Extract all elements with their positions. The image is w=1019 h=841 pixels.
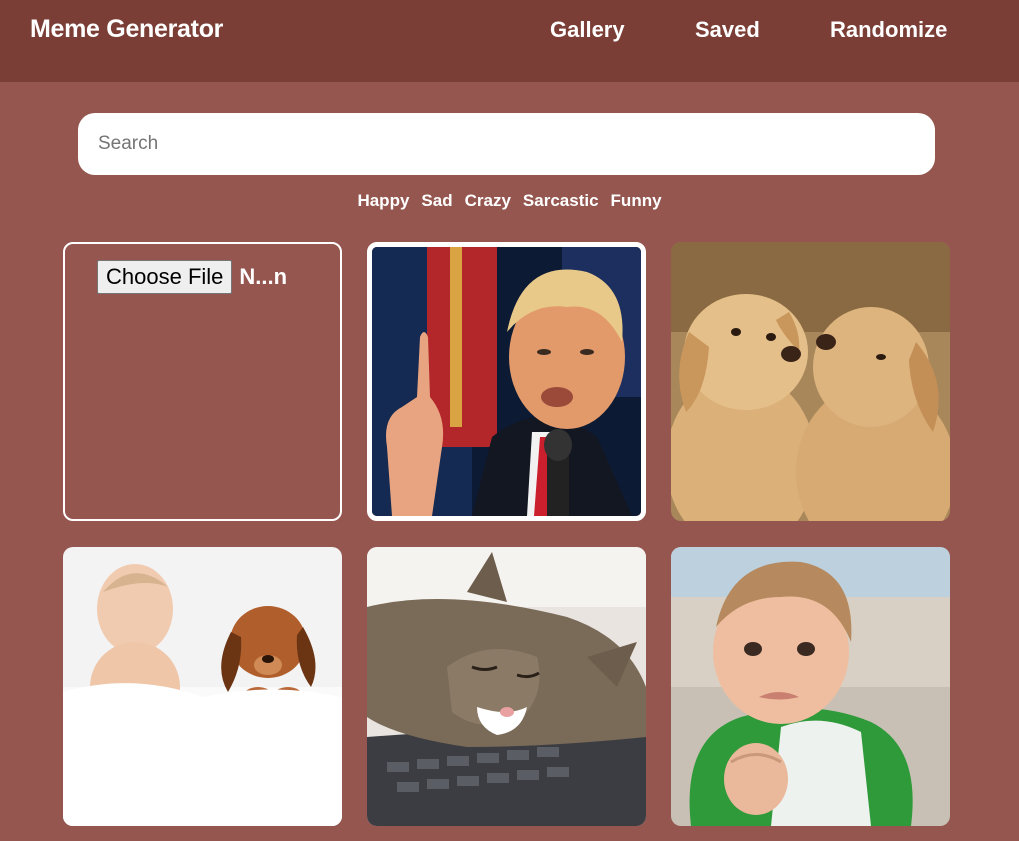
nav-gallery-link[interactable]: Gallery <box>550 17 625 43</box>
meme-card-trump[interactable] <box>367 242 646 521</box>
file-upload-control: Choose File N...n <box>97 260 287 294</box>
tag-sad[interactable]: Sad <box>421 191 452 211</box>
nav-randomize-link[interactable]: Randomize <box>830 17 947 43</box>
tag-happy[interactable]: Happy <box>357 191 409 211</box>
tag-funny[interactable]: Funny <box>611 191 662 211</box>
tag-crazy[interactable]: Crazy <box>465 191 511 211</box>
choose-file-button[interactable]: Choose File <box>97 260 233 294</box>
two-puppies-image <box>671 242 950 521</box>
upload-card: Choose File N...n <box>63 242 342 521</box>
meme-card-success-kid[interactable] <box>671 547 950 826</box>
trump-pointing-image <box>372 247 641 516</box>
meme-card-puppies[interactable] <box>671 242 950 521</box>
meme-card-cat-laptop[interactable] <box>367 547 646 826</box>
cat-sleeping-image <box>367 547 646 826</box>
search-input[interactable] <box>78 113 935 175</box>
nav-saved-link[interactable]: Saved <box>695 17 760 43</box>
baby-and-puppy-image <box>63 547 342 826</box>
navbar: Meme Generator Gallery Saved Randomize <box>0 0 1019 82</box>
selected-file-name: N...n <box>239 264 288 289</box>
tag-sarcastic[interactable]: Sarcastic <box>523 191 599 211</box>
meme-card-baby-puppy[interactable] <box>63 547 342 826</box>
mood-tag-list: Happy Sad Crazy Sarcastic Funny <box>0 191 1019 211</box>
success-kid-image <box>671 547 950 826</box>
brand-title[interactable]: Meme Generator <box>30 15 223 44</box>
